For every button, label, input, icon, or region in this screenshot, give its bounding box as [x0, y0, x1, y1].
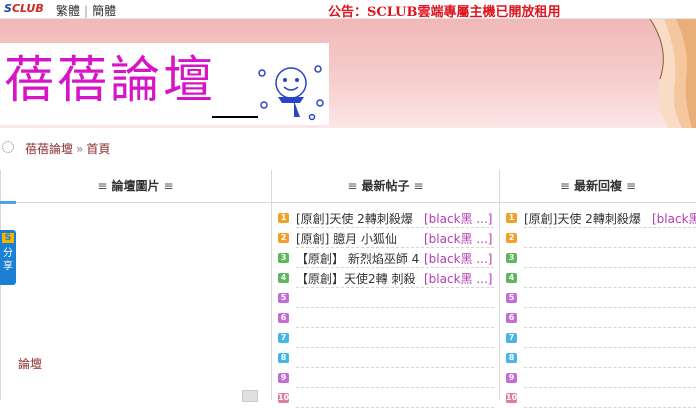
list-item[interactable]: 7 — [278, 328, 494, 348]
forum-picture-caption[interactable]: 論壇 — [18, 355, 42, 372]
author-link[interactable]: [black黑 ...] — [424, 230, 492, 247]
list-item[interactable]: 1 [原創]天使 2轉刺殺爆 [black黑 ...] — [278, 208, 494, 228]
rank-badge-icon: 4 — [278, 273, 289, 283]
breadcrumb: 蓓蓓論壇» 首頁 — [0, 138, 696, 156]
list-item[interactable]: 4 【原創】天使2轉 刺殺 [black黑 ...] — [278, 268, 494, 288]
forum-logo[interactable]: 蓓蓓論壇 — [0, 43, 329, 125]
rank-badge-icon: 8 — [278, 353, 289, 363]
list-item[interactable]: 1 [原創]天使 2轉刺殺爆 [black黑 — [506, 208, 696, 228]
rank-badge-icon: 6 — [506, 313, 517, 323]
rank-badge-icon: 10 — [278, 393, 290, 403]
rank-badge-icon: 3 — [278, 253, 289, 263]
list-item[interactable]: 5 — [506, 288, 696, 308]
rank-badge-icon: 8 — [506, 353, 517, 363]
logo-underline — [212, 116, 258, 118]
pictures-bar — [0, 201, 16, 204]
list-item[interactable]: 9 — [278, 368, 494, 388]
rank-badge-icon: 10 — [506, 393, 518, 403]
thread-title-link[interactable]: 【原創】天使2轉 刺殺 — [296, 270, 415, 287]
list-item[interactable]: 2 — [506, 228, 696, 248]
share-label: 分享 — [3, 248, 13, 272]
author-link[interactable]: [black黑 ...] — [424, 210, 492, 227]
divider: | — [84, 4, 89, 18]
author-link[interactable]: [black黑 ...] — [424, 270, 492, 287]
latest-replies-list: 1 [原創]天使 2轉刺殺爆 [black黑 2 3 4 5 6 7 8 9 10 — [506, 208, 696, 408]
list-item[interactable]: 7 — [506, 328, 696, 348]
latest-posts-header: ≡ 最新帖子 ≡ — [272, 170, 499, 203]
picture-scroll-button[interactable] — [242, 390, 258, 402]
thread-title-link[interactable]: 【原創】 新烈焰巫師 4 — [296, 250, 419, 267]
rank-badge-icon: 4 — [506, 273, 517, 283]
language-switch: 繁體 | 簡體 — [56, 2, 116, 19]
latest-posts-list: 1 [原創]天使 2轉刺殺爆 [black黑 ...] 2 [原創] 臆月 小狐仙 [bl… — [278, 208, 494, 408]
column-divider — [499, 170, 500, 400]
list-item[interactable]: 3 — [506, 248, 696, 268]
rank-badge-icon: 9 — [278, 373, 289, 383]
forum-pictures-header: ≡ 論壇圖片 ≡ — [0, 170, 271, 203]
rank-badge-icon: 2 — [506, 233, 517, 243]
thread-title-link[interactable]: [原創]天使 2轉刺殺爆 — [296, 210, 413, 227]
thread-title-link[interactable]: [原創] 臆月 小狐仙 — [296, 230, 397, 247]
simplified-chinese-link[interactable]: 簡體 — [92, 4, 116, 18]
breadcrumb-separator: » — [76, 142, 84, 156]
list-item[interactable]: 10 — [278, 388, 494, 408]
rank-badge-icon: 9 — [506, 373, 517, 383]
share-tab[interactable]: S 分享 — [0, 230, 16, 285]
rank-badge-icon: 3 — [506, 253, 517, 263]
home-icon[interactable] — [2, 141, 14, 153]
logo-text: 蓓蓓論壇 — [4, 51, 216, 109]
rank-badge-icon: 7 — [278, 333, 289, 343]
sclub-logo[interactable]: SCLUB — [4, 2, 44, 15]
column-divider — [0, 170, 1, 400]
thread-title-link[interactable]: [原創]天使 2轉刺殺爆 — [524, 210, 641, 227]
author-link[interactable]: [black黑 — [652, 210, 696, 227]
rank-badge-icon: 2 — [278, 233, 289, 243]
forum-banner: 蓓蓓論壇 — [0, 19, 696, 128]
list-item[interactable]: 8 — [506, 348, 696, 368]
rank-badge-icon: 5 — [278, 293, 289, 303]
anime-character-art — [649, 19, 696, 128]
list-item[interactable]: 9 — [506, 368, 696, 388]
rank-badge-icon: 6 — [278, 313, 289, 323]
list-item[interactable]: 4 — [506, 268, 696, 288]
top-bar: SCLUB 繁體 | 簡體 公告：SCLUB雲端專屬主機已開放租用 — [0, 0, 696, 20]
share-logo-icon: S — [2, 233, 14, 243]
breadcrumb-links: 蓓蓓論壇» 首頁 — [25, 140, 110, 157]
list-item[interactable]: 6 — [506, 308, 696, 328]
list-item[interactable]: 2 [原創] 臆月 小狐仙 [black黑 ...] — [278, 228, 494, 248]
list-item[interactable]: 10 — [506, 388, 696, 408]
announcement-link[interactable]: 公告：SCLUB雲端專屬主機已開放租用 — [328, 1, 561, 20]
rank-badge-icon: 7 — [506, 333, 517, 343]
snowman-icon — [258, 65, 324, 121]
portal-columns: ≡ 論壇圖片 ≡ ≡ 最新帖子 ≡ ≡ 最新回複 ≡ 1 [原創]天使 2轉刺殺爆 [black… — [0, 170, 696, 408]
author-link[interactable]: [black黑 ...] — [424, 250, 492, 267]
column-divider — [271, 170, 272, 400]
breadcrumb-home-link[interactable]: 首頁 — [86, 142, 110, 156]
latest-replies-header: ≡ 最新回複 ≡ — [500, 170, 696, 203]
list-item[interactable]: 5 — [278, 288, 494, 308]
list-item[interactable]: 8 — [278, 348, 494, 368]
list-item[interactable]: 6 — [278, 308, 494, 328]
breadcrumb-forum-link[interactable]: 蓓蓓論壇 — [25, 142, 73, 156]
rank-badge-icon: 5 — [506, 293, 517, 303]
traditional-chinese-link[interactable]: 繁體 — [56, 4, 80, 18]
rank-badge-icon: 1 — [278, 213, 289, 223]
list-item[interactable]: 3 【原創】 新烈焰巫師 4 [black黑 ...] — [278, 248, 494, 268]
rank-badge-icon: 1 — [506, 213, 517, 223]
